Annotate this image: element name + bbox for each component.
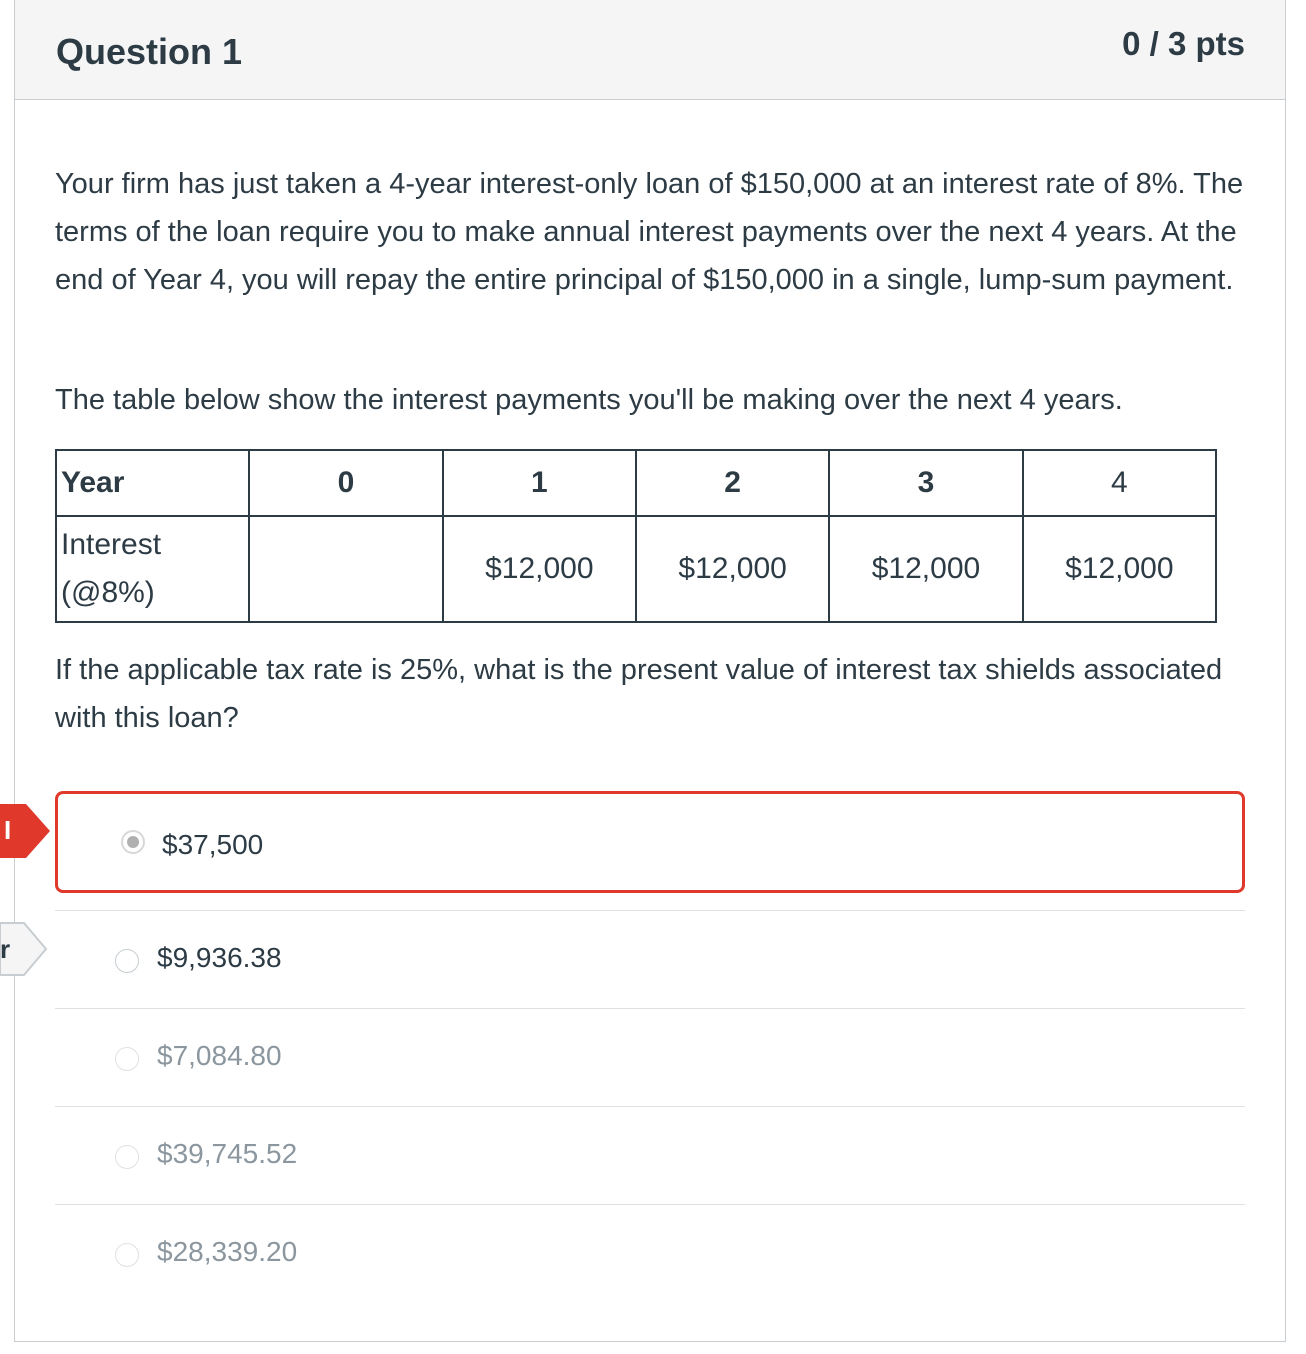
table-header-year: Year: [54, 449, 251, 517]
question-paragraph-1: Your firm has just taken a 4-year intere…: [55, 168, 1244, 296]
table-header-year-4: 4: [1021, 449, 1218, 517]
answer-label-4: $39,745.52: [157, 1138, 298, 1169]
correct-answer-flag-icon: r: [0, 922, 48, 976]
answer-divider: [55, 1008, 1245, 1009]
table-cell-year-2: $12,000: [634, 515, 831, 623]
correct-flag-text: r: [0, 934, 10, 964]
table-row-interest: Interest (@8%) $12,000 $12,000 $12,000 $1…: [54, 515, 1218, 623]
table-header-year-3: 3: [828, 449, 1024, 517]
answer-option-5[interactable]: $28,339.20: [55, 1206, 1245, 1304]
question-title: Question 1: [56, 31, 243, 72]
row-label-line-1: Interest: [61, 528, 162, 561]
answer-label-3: $7,084.80: [157, 1040, 282, 1071]
table-cell-year-3: $12,000: [828, 515, 1024, 623]
answer-divider: [55, 1204, 1245, 1205]
table-header-year-2: 2: [634, 449, 831, 517]
table-header-row: Year 0 1 2 3 4: [54, 449, 1218, 517]
question-paragraph-3: If the applicable tax rate is 25%, what …: [55, 654, 1223, 734]
answer-option-4[interactable]: $39,745.52: [55, 1108, 1245, 1206]
row-label-line-2: (@8%): [61, 576, 155, 609]
question-paragraph-2: The table below show the interest paymen…: [55, 384, 1123, 416]
radio-icon[interactable]: [115, 1047, 139, 1071]
incorrect-answer-flag-icon: I: [0, 804, 50, 858]
answer-option-1[interactable]: $37,500: [55, 791, 1245, 893]
table-cell-year-0: [248, 515, 444, 623]
table-cell-year-4: $12,000: [1021, 515, 1218, 623]
answer-divider: [55, 910, 1245, 911]
answer-option-3[interactable]: $7,084.80: [55, 1010, 1245, 1108]
radio-icon[interactable]: [115, 1243, 139, 1267]
answer-option-2[interactable]: $9,936.38: [55, 912, 1245, 1010]
radio-selected-icon[interactable]: [121, 830, 145, 854]
quiz-page: Question 1 0 / 3 pts Your firm has just …: [0, 0, 1306, 1354]
question-header: Question 1 0 / 3 pts: [15, 0, 1285, 100]
table-header-year-1: 1: [441, 449, 637, 517]
answer-label-2: $9,936.38: [157, 942, 282, 973]
table-header-year-0: 0: [248, 449, 444, 517]
answer-divider: [55, 1106, 1245, 1107]
answer-label-5: $28,339.20: [157, 1236, 298, 1267]
interest-table: Year 0 1 2 3 4 Interest (@8%) $12,000 $12…: [54, 449, 1218, 623]
answer-label-1: $37,500: [162, 829, 264, 860]
table-row-label: Interest (@8%): [54, 515, 251, 623]
radio-icon[interactable]: [115, 949, 139, 973]
question-points: 0 / 3 pts: [1122, 25, 1245, 62]
radio-icon[interactable]: [115, 1145, 139, 1169]
incorrect-flag-text: I: [4, 815, 11, 845]
table-cell-year-1: $12,000: [441, 515, 637, 623]
